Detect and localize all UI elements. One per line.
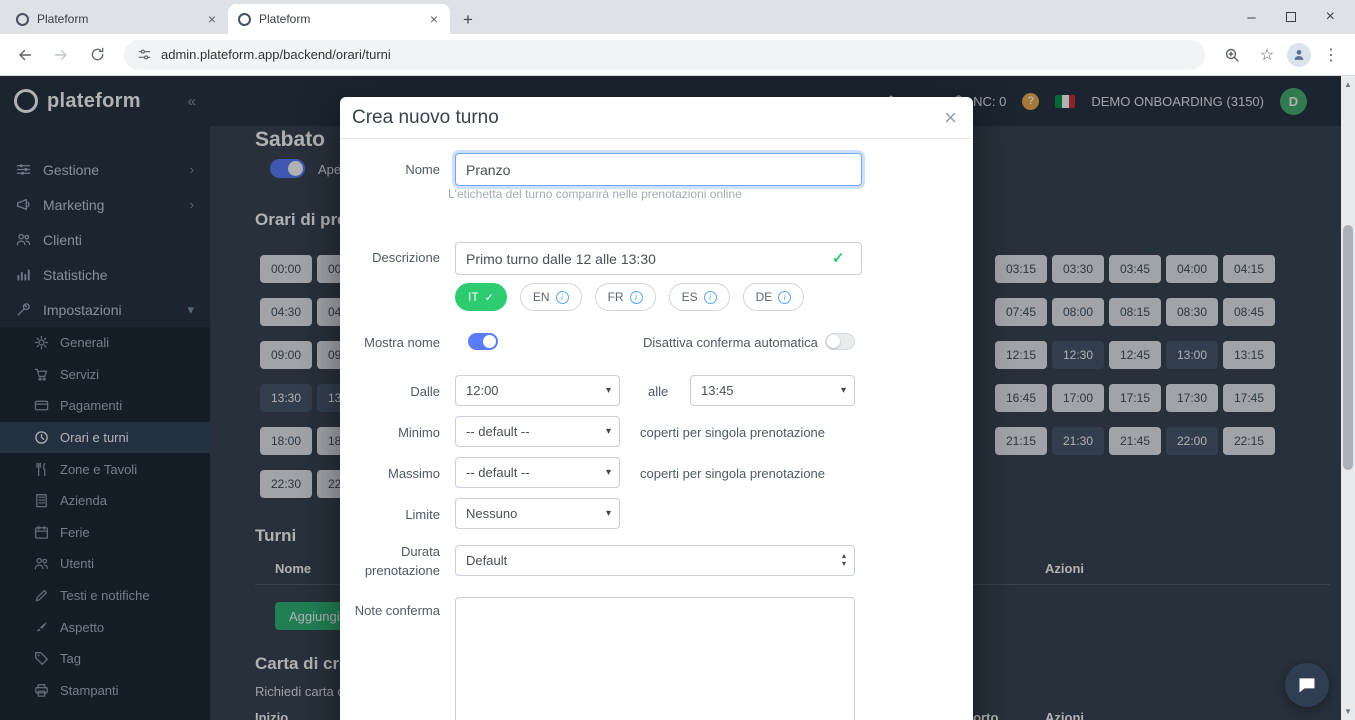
scrollbar-thumb[interactable] (1343, 225, 1353, 470)
lang-pill-it[interactable]: IT ✓ (455, 283, 507, 311)
reload-button[interactable] (82, 40, 112, 70)
tab-strip: Plateform × Plateform × + – × (0, 0, 1355, 34)
crea-turno-modal: Crea nuovo turno × Nome L'etichetta del … (340, 97, 973, 720)
browser-tab-2[interactable]: Plateform × (228, 4, 450, 34)
lang-pill-fr[interactable]: FR i (594, 283, 656, 311)
note-conferma-label: Note conferma (354, 603, 440, 618)
nome-input[interactable] (455, 153, 862, 186)
lang-code: ES (681, 290, 698, 304)
lang-code: FR (607, 290, 624, 304)
chevron-down-icon: ▾ (840, 385, 846, 396)
language-pills: IT ✓ EN i FR i ES i DE i (455, 283, 805, 311)
valid-check-icon: ✓ (832, 250, 845, 267)
chevron-down-icon: ▾ (605, 426, 611, 437)
info-icon: i (778, 290, 792, 304)
tab-favicon (238, 12, 251, 26)
browser-navbar: admin.plateform.app/backend/orari/turni … (0, 34, 1355, 76)
lang-code: DE (755, 290, 773, 304)
tab-favicon (16, 12, 29, 26)
forward-arrow-icon (54, 49, 67, 60)
dalle-value: 12:00 (466, 383, 499, 398)
bookmark-star-icon[interactable]: ☆ (1253, 45, 1281, 65)
descrizione-input[interactable] (455, 242, 862, 275)
minimo-suffix: coperti per singola prenotazione (640, 425, 826, 440)
tab-close-icon[interactable]: × (206, 11, 218, 27)
chevron-down-icon: ▾ (605, 508, 611, 519)
massimo-value: -- default -- (466, 465, 530, 480)
new-tab-button[interactable]: + (454, 6, 482, 34)
modal-header: Crea nuovo turno × (340, 97, 973, 139)
chevron-down-icon: ▾ (605, 467, 611, 478)
lang-pill-de[interactable]: DE i (742, 283, 805, 311)
url-text: admin.plateform.app/backend/orari/turni (161, 47, 391, 62)
navbar-actions: ☆ ⋮ (1217, 40, 1345, 70)
forward-button[interactable] (46, 40, 76, 70)
tab-close-icon[interactable]: × (428, 11, 440, 27)
alle-select[interactable]: 13:45 ▾ (690, 375, 855, 406)
lang-code: IT (468, 290, 479, 304)
modal-title: Crea nuovo turno (352, 106, 499, 128)
info-icon: i (703, 290, 717, 304)
window-minimize-button[interactable]: – (1247, 9, 1255, 26)
up-down-caret-icon: ▴ ▾ (841, 551, 846, 568)
durata-value: Default (466, 553, 508, 568)
chevron-down-icon: ▾ (605, 385, 611, 396)
page-scrollbar[interactable]: ▲ ▼ (1341, 76, 1355, 720)
alle-value: 13:45 (701, 383, 734, 398)
reload-icon (91, 47, 103, 61)
url-bar[interactable]: admin.plateform.app/backend/orari/turni (124, 39, 1205, 70)
minimo-value: -- default -- (466, 424, 530, 439)
alle-label: alle (648, 384, 669, 399)
lang-pill-es[interactable]: ES i (668, 283, 730, 311)
durata-select[interactable]: Default ▴ ▾ (455, 545, 855, 576)
zoom-icon[interactable] (1217, 40, 1247, 70)
scrollbar-up-arrow[interactable]: ▲ (1341, 80, 1355, 89)
lang-code: EN (532, 290, 550, 304)
nome-label: Nome (405, 162, 440, 177)
browser-tab-1[interactable]: Plateform × (6, 4, 228, 34)
nome-help-text: L'etichetta del turno comparirà nelle pr… (448, 187, 742, 201)
info-icon: i (629, 290, 643, 304)
app-window: plateform « Gestione › Marketing › Clien… (0, 76, 1355, 720)
dalle-select[interactable]: 12:00 ▾ (455, 375, 620, 406)
browser-menu-icon[interactable]: ⋮ (1317, 45, 1345, 65)
person-icon (1294, 49, 1304, 60)
massimo-label: Massimo (387, 466, 440, 481)
massimo-suffix: coperti per singola prenotazione (640, 466, 826, 481)
massimo-select[interactable]: -- default -- ▾ (455, 457, 620, 488)
back-arrow-icon (19, 49, 32, 60)
info-icon: i (555, 290, 569, 304)
profile-avatar[interactable] (1287, 42, 1311, 67)
limite-select[interactable]: Nessuno ▾ (455, 498, 620, 529)
scrollbar-down-arrow[interactable]: ▼ (1341, 707, 1355, 716)
minimo-select[interactable]: -- default -- ▾ (455, 416, 620, 447)
window-controls: – × (1227, 0, 1355, 34)
tab-title: Plateform (37, 12, 89, 26)
chat-widget-button[interactable] (1285, 663, 1329, 707)
descrizione-label: Descrizione (372, 250, 440, 265)
mostra-nome-toggle[interactable] (468, 333, 498, 350)
limite-label: Limite (405, 507, 440, 522)
durata-label: Durata prenotazione (364, 544, 440, 578)
dalle-label: Dalle (410, 384, 440, 399)
modal-close-icon[interactable]: × (944, 106, 957, 129)
lang-pill-en[interactable]: EN i (519, 283, 582, 311)
tab-title: Plateform (259, 12, 311, 26)
disattiva-conferma-toggle[interactable] (825, 333, 855, 350)
note-conferma-textarea[interactable] (455, 597, 855, 720)
disattiva-label: Disattiva conferma automatica (643, 335, 818, 350)
limite-value: Nessuno (466, 506, 518, 521)
minimo-label: Minimo (398, 425, 440, 440)
back-button[interactable] (10, 40, 40, 70)
window-maximize-button[interactable] (1285, 12, 1296, 22)
check-icon: ✓ (484, 291, 494, 304)
chat-icon (1299, 678, 1315, 693)
site-info-icon (138, 49, 151, 60)
window-close-button[interactable]: × (1326, 8, 1335, 26)
mostra-nome-label: Mostra nome (364, 335, 440, 350)
